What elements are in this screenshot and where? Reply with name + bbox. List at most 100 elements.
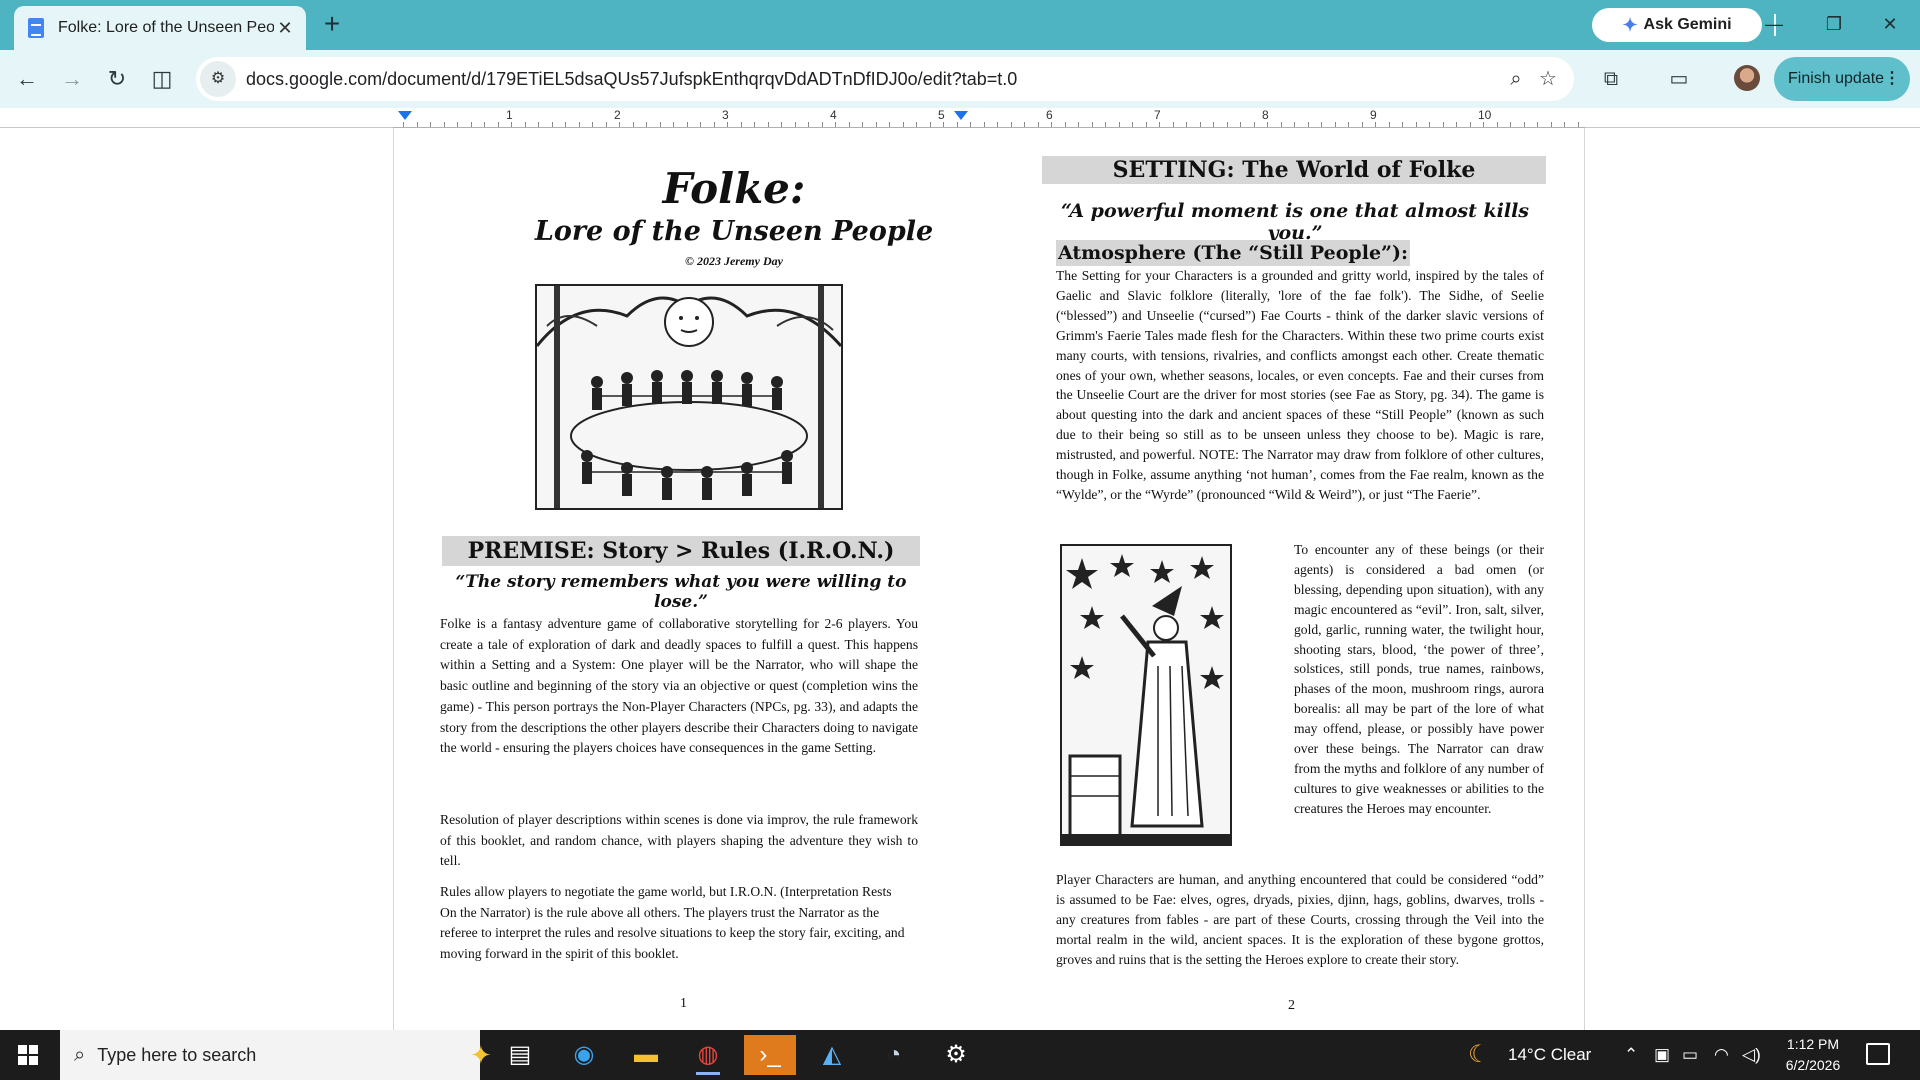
- ruler-tick: [983, 122, 985, 127]
- extensions-icon[interactable]: ⧉: [1594, 62, 1628, 96]
- minimize-icon[interactable]: —: [1752, 8, 1796, 40]
- clock-date: 6/2/2026: [1785, 1057, 1841, 1073]
- bookmark-star-icon[interactable]: ☆: [1532, 63, 1564, 95]
- google-docs-icon: [28, 18, 44, 38]
- ruler-tick: [1577, 122, 1579, 127]
- weather-text[interactable]: 14°C Clear: [1508, 1030, 1591, 1080]
- url-text: docs.google.com/document/d/179ETiEL5dsaQ…: [246, 68, 1018, 89]
- profile-avatar[interactable]: [1734, 65, 1760, 91]
- ruler-tick: [794, 122, 796, 127]
- browser-toolbar: ← → ↻ ◫ ⚙ docs.google.com/document/d/179…: [0, 50, 1920, 108]
- show-hidden-icons-chevron-icon[interactable]: ⌃: [1624, 1030, 1638, 1080]
- restore-icon[interactable]: ❐: [1812, 8, 1856, 40]
- ruler-tick: [403, 122, 404, 127]
- close-window-icon[interactable]: ✕: [1868, 8, 1912, 40]
- setting-paragraph-3: Player Characters are human, and anythin…: [1056, 872, 1544, 967]
- setting-quote: “A powerful moment is one that almost ki…: [1061, 200, 1529, 244]
- premise-heading: PREMISE: Story > Rules (I.R.O.N.): [442, 536, 920, 566]
- finish-update-button[interactable]: Finish update ⋮: [1774, 57, 1910, 101]
- windows-start-icon[interactable]: [18, 1045, 38, 1065]
- terminal-app-icon[interactable]: ›_: [744, 1035, 796, 1075]
- taskbar-search-box[interactable]: ⌕ Type here to search ✦: [60, 1030, 492, 1080]
- zoom-icon[interactable]: ⌕: [1500, 63, 1532, 95]
- left-indent-marker[interactable]: [398, 111, 412, 120]
- ruler-tick: [443, 122, 445, 127]
- back-arrow-icon[interactable]: ←: [10, 62, 44, 96]
- ruler-tick: [1024, 122, 1025, 127]
- close-tab-icon[interactable]: ✕: [274, 18, 296, 39]
- address-bar[interactable]: ⚙ docs.google.com/document/d/179ETiEL5ds…: [196, 57, 1574, 101]
- finish-update-label: Finish update: [1788, 70, 1885, 87]
- ruler-tick: [484, 122, 485, 127]
- ruler-tick: [457, 122, 458, 127]
- woodcut-dancers-image[interactable]: [535, 284, 843, 510]
- ruler-tick: [1132, 122, 1133, 127]
- ruler-tick: [929, 122, 931, 127]
- battery-icon[interactable]: ▭: [1682, 1030, 1698, 1080]
- setting-paragraph-2: To encounter any of these beings (or the…: [1294, 542, 1544, 816]
- ruler-tick: [1186, 122, 1187, 127]
- ruler-track[interactable]: 1 2 3 4 5 6 7 8 9 10: [393, 108, 1585, 128]
- ruler-tick: [1118, 122, 1120, 127]
- ruler-tick: [1091, 122, 1093, 127]
- search-placeholder: Type here to search: [97, 1044, 257, 1065]
- ruler-tick: [700, 122, 701, 127]
- tab-search-icon[interactable]: ▭: [1662, 62, 1696, 96]
- ask-gemini-button[interactable]: ✦ Ask Gemini: [1592, 8, 1762, 42]
- tab-title: Folke: Lore of the Unseen Peopl: [58, 19, 275, 36]
- forward-arrow-icon[interactable]: →: [55, 62, 89, 96]
- weather-moon-icon[interactable]: ☾: [1468, 1030, 1490, 1080]
- notification-center-icon[interactable]: [1866, 1043, 1890, 1065]
- ruler-tick: [1037, 122, 1039, 127]
- ruler-tick: [1550, 122, 1552, 127]
- ruler-tick: [1456, 122, 1457, 127]
- paint-app-icon[interactable]: ◭: [806, 1035, 858, 1075]
- chrome-browser-icon[interactable]: ◍: [682, 1035, 734, 1075]
- more-menu-icon[interactable]: ⋮: [1884, 57, 1900, 101]
- browser-tab-bar: Folke: Lore of the Unseen Peopl ✕ + ✦ As…: [0, 0, 1920, 50]
- wifi-icon[interactable]: ◠: [1714, 1030, 1729, 1080]
- system-clock[interactable]: 1:12 PM 6/2/2026: [1768, 1034, 1858, 1076]
- ruler-tick: [619, 122, 620, 127]
- ruler-tick: [659, 122, 661, 127]
- gemini-sparkle-icon: ✦: [1622, 14, 1638, 35]
- task-view-icon[interactable]: ▤: [494, 1035, 546, 1075]
- ruler-tick: [1442, 122, 1444, 127]
- tab-stop-marker[interactable]: [954, 111, 968, 120]
- ruler-tick: [1010, 122, 1012, 127]
- ruler-tick: [754, 122, 755, 127]
- atmosphere-heading: Atmosphere (The “Still People”):: [1056, 240, 1410, 266]
- ruler-tick: [1213, 122, 1214, 127]
- ruler-tick: [632, 122, 634, 127]
- reading-mode-icon[interactable]: ◫: [145, 62, 179, 96]
- ruler-tick: [1253, 122, 1255, 127]
- ruler-tick: [646, 122, 647, 127]
- meet-now-icon[interactable]: ▣: [1654, 1030, 1670, 1080]
- search-highlight-icon: ✦: [470, 1040, 492, 1070]
- ruler-tick: [727, 122, 728, 127]
- paint3d-app-icon[interactable]: ◔: [868, 1035, 920, 1075]
- ruler-tick: [1280, 122, 1282, 127]
- ruler-tick: [1064, 122, 1066, 127]
- file-explorer-icon[interactable]: ▬: [620, 1035, 672, 1075]
- ruler-tick: [1159, 122, 1160, 127]
- active-app-indicator: [696, 1072, 720, 1075]
- ruler-tick: [1496, 122, 1498, 127]
- ruler-tick: [430, 122, 431, 127]
- woodcut-stargazer-image[interactable]: [1060, 544, 1232, 846]
- browser-tab[interactable]: Folke: Lore of the Unseen Peopl ✕: [14, 6, 306, 50]
- ruler-tick: [943, 122, 944, 127]
- site-settings-icon[interactable]: ⚙: [200, 61, 236, 97]
- ruler-tick: [524, 122, 526, 127]
- settings-gear-icon[interactable]: ⚙: [930, 1035, 982, 1075]
- document-page[interactable]: Folke: Lore of the Unseen People © 2023 …: [393, 128, 1585, 1030]
- ruler-number: 8: [1262, 108, 1269, 122]
- document-canvas: Folke: Lore of the Unseen People © 2023 …: [0, 128, 1920, 1030]
- setting-paragraph-1: The Setting for your Characters is a gro…: [1056, 268, 1544, 502]
- ruler-tick: [1294, 122, 1295, 127]
- ruler-tick: [767, 122, 769, 127]
- volume-icon[interactable]: ◁): [1742, 1030, 1761, 1080]
- edge-browser-icon[interactable]: ◉: [558, 1035, 610, 1075]
- reload-icon[interactable]: ↻: [100, 62, 134, 96]
- new-tab-button[interactable]: +: [318, 9, 346, 39]
